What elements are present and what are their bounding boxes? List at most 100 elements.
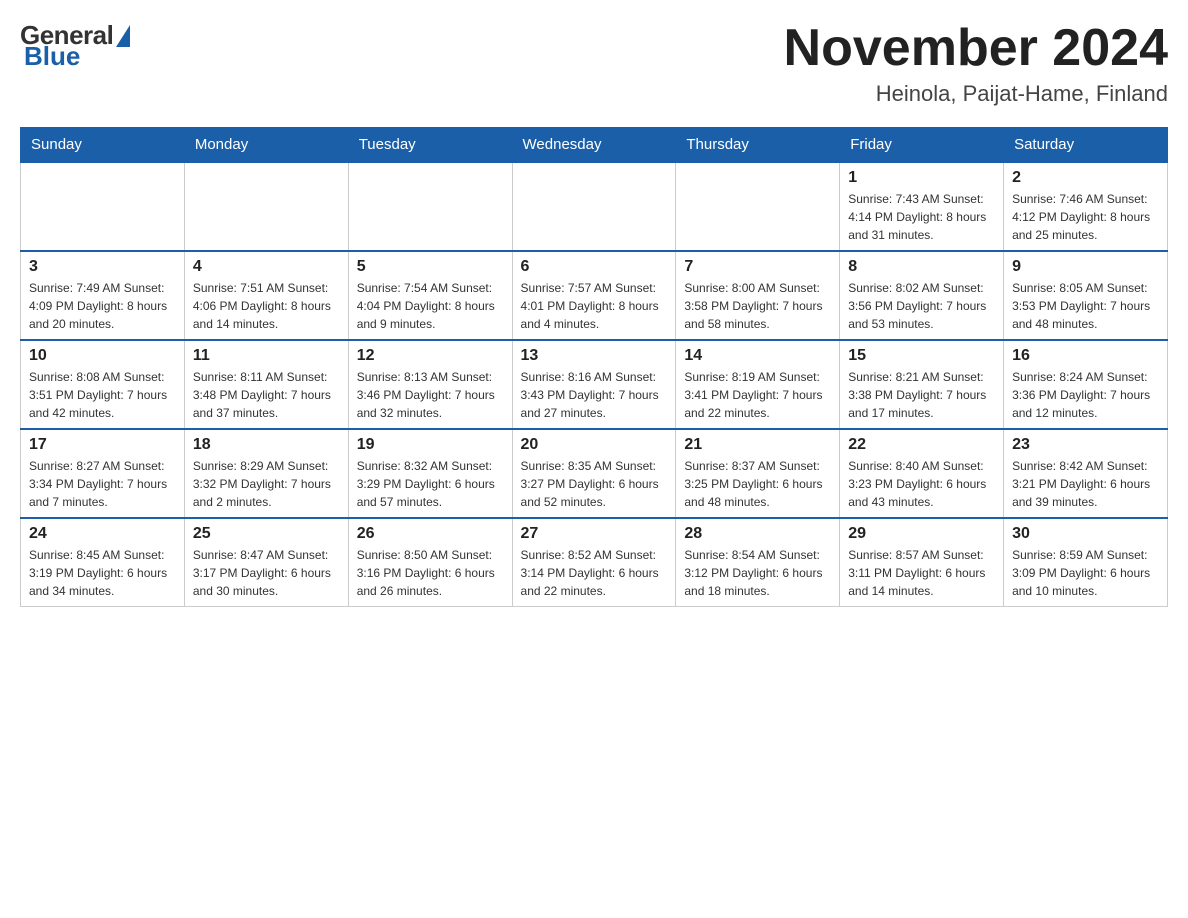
calendar-cell: 22 Sunrise: 8:40 AM Sunset: 3:23 PM Dayli… xyxy=(840,429,1004,518)
day-info: Sunrise: 8:47 AM Sunset: 3:17 PM Dayligh… xyxy=(193,546,340,600)
calendar-header-row: SundayMondayTuesdayWednesdayThursdayFrid… xyxy=(21,128,1168,163)
day-info: Sunrise: 8:16 AM Sunset: 3:43 PM Dayligh… xyxy=(521,368,668,422)
day-info: Sunrise: 7:51 AM Sunset: 4:06 PM Dayligh… xyxy=(193,279,340,333)
day-info: Sunrise: 8:40 AM Sunset: 3:23 PM Dayligh… xyxy=(848,457,995,511)
calendar-cell: 4 Sunrise: 7:51 AM Sunset: 4:06 PM Daylig… xyxy=(184,251,348,340)
day-number: 6 xyxy=(521,258,668,276)
calendar-week-row: 24 Sunrise: 8:45 AM Sunset: 3:19 PM Dayli… xyxy=(21,518,1168,607)
day-info: Sunrise: 8:37 AM Sunset: 3:25 PM Dayligh… xyxy=(684,457,831,511)
day-number: 13 xyxy=(521,347,668,365)
day-number: 28 xyxy=(684,525,831,543)
day-info: Sunrise: 8:50 AM Sunset: 3:16 PM Dayligh… xyxy=(357,546,504,600)
calendar-header-tuesday: Tuesday xyxy=(348,128,512,163)
calendar-header-sunday: Sunday xyxy=(21,128,185,163)
title-area: November 2024 Heinola, Paijat-Hame, Finl… xyxy=(784,20,1168,107)
day-info: Sunrise: 8:05 AM Sunset: 3:53 PM Dayligh… xyxy=(1012,279,1159,333)
day-info: Sunrise: 8:29 AM Sunset: 3:32 PM Dayligh… xyxy=(193,457,340,511)
day-number: 25 xyxy=(193,525,340,543)
calendar-cell: 17 Sunrise: 8:27 AM Sunset: 3:34 PM Dayli… xyxy=(21,429,185,518)
calendar-week-row: 3 Sunrise: 7:49 AM Sunset: 4:09 PM Daylig… xyxy=(21,251,1168,340)
day-number: 20 xyxy=(521,436,668,454)
day-number: 29 xyxy=(848,525,995,543)
day-number: 24 xyxy=(29,525,176,543)
calendar-cell: 8Sunrise: 8:02 AM Sunset: 3:56 PM Daylig… xyxy=(840,251,1004,340)
day-info: Sunrise: 8:32 AM Sunset: 3:29 PM Dayligh… xyxy=(357,457,504,511)
day-info: Sunrise: 8:08 AM Sunset: 3:51 PM Dayligh… xyxy=(29,368,176,422)
calendar-cell: 27 Sunrise: 8:52 AM Sunset: 3:14 PM Dayli… xyxy=(512,518,676,607)
calendar-week-row: 1Sunrise: 7:43 AM Sunset: 4:14 PM Daylig… xyxy=(21,162,1168,251)
day-info: Sunrise: 7:57 AM Sunset: 4:01 PM Dayligh… xyxy=(521,279,668,333)
calendar-cell xyxy=(348,162,512,251)
day-number: 30 xyxy=(1012,525,1159,543)
day-number: 11 xyxy=(193,347,340,365)
calendar-cell: 24 Sunrise: 8:45 AM Sunset: 3:19 PM Dayli… xyxy=(21,518,185,607)
calendar-cell: 29 Sunrise: 8:57 AM Sunset: 3:11 PM Dayli… xyxy=(840,518,1004,607)
day-number: 5 xyxy=(357,258,504,276)
calendar-cell: 18 Sunrise: 8:29 AM Sunset: 3:32 PM Dayli… xyxy=(184,429,348,518)
calendar-cell: 5 Sunrise: 7:54 AM Sunset: 4:04 PM Daylig… xyxy=(348,251,512,340)
day-info: Sunrise: 8:21 AM Sunset: 3:38 PM Dayligh… xyxy=(848,368,995,422)
calendar-cell: 13 Sunrise: 8:16 AM Sunset: 3:43 PM Dayli… xyxy=(512,340,676,429)
day-number: 4 xyxy=(193,258,340,276)
day-info: Sunrise: 8:13 AM Sunset: 3:46 PM Dayligh… xyxy=(357,368,504,422)
calendar-cell: 3 Sunrise: 7:49 AM Sunset: 4:09 PM Daylig… xyxy=(21,251,185,340)
day-number: 10 xyxy=(29,347,176,365)
day-info: Sunrise: 8:52 AM Sunset: 3:14 PM Dayligh… xyxy=(521,546,668,600)
day-info: Sunrise: 8:42 AM Sunset: 3:21 PM Dayligh… xyxy=(1012,457,1159,511)
day-number: 26 xyxy=(357,525,504,543)
day-number: 23 xyxy=(1012,436,1159,454)
calendar-cell: 28 Sunrise: 8:54 AM Sunset: 3:12 PM Dayli… xyxy=(676,518,840,607)
calendar-cell: 19 Sunrise: 8:32 AM Sunset: 3:29 PM Dayli… xyxy=(348,429,512,518)
calendar-cell: 2Sunrise: 7:46 AM Sunset: 4:12 PM Daylig… xyxy=(1004,162,1168,251)
day-info: Sunrise: 8:27 AM Sunset: 3:34 PM Dayligh… xyxy=(29,457,176,511)
calendar-header-thursday: Thursday xyxy=(676,128,840,163)
day-number: 19 xyxy=(357,436,504,454)
day-number: 18 xyxy=(193,436,340,454)
day-number: 9 xyxy=(1012,258,1159,276)
day-number: 21 xyxy=(684,436,831,454)
day-number: 1 xyxy=(848,169,995,187)
calendar-header-monday: Monday xyxy=(184,128,348,163)
day-info: Sunrise: 7:49 AM Sunset: 4:09 PM Dayligh… xyxy=(29,279,176,333)
calendar-cell: 30 Sunrise: 8:59 AM Sunset: 3:09 PM Dayli… xyxy=(1004,518,1168,607)
day-number: 22 xyxy=(848,436,995,454)
day-info: Sunrise: 8:19 AM Sunset: 3:41 PM Dayligh… xyxy=(684,368,831,422)
day-info: Sunrise: 8:54 AM Sunset: 3:12 PM Dayligh… xyxy=(684,546,831,600)
calendar-cell: 23 Sunrise: 8:42 AM Sunset: 3:21 PM Dayli… xyxy=(1004,429,1168,518)
calendar-cell: 16 Sunrise: 8:24 AM Sunset: 3:36 PM Dayli… xyxy=(1004,340,1168,429)
calendar-cell: 6 Sunrise: 7:57 AM Sunset: 4:01 PM Daylig… xyxy=(512,251,676,340)
location-text: Heinola, Paijat-Hame, Finland xyxy=(784,81,1168,107)
calendar-cell: 10 Sunrise: 8:08 AM Sunset: 3:51 PM Dayli… xyxy=(21,340,185,429)
day-number: 7 xyxy=(684,258,831,276)
logo-blue-text: Blue xyxy=(24,41,80,72)
day-info: Sunrise: 8:59 AM Sunset: 3:09 PM Dayligh… xyxy=(1012,546,1159,600)
day-number: 17 xyxy=(29,436,176,454)
day-number: 2 xyxy=(1012,169,1159,187)
calendar-cell: 12 Sunrise: 8:13 AM Sunset: 3:46 PM Dayli… xyxy=(348,340,512,429)
logo-triangle-icon xyxy=(116,25,130,47)
calendar-header-saturday: Saturday xyxy=(1004,128,1168,163)
day-info: Sunrise: 8:11 AM Sunset: 3:48 PM Dayligh… xyxy=(193,368,340,422)
calendar-cell xyxy=(512,162,676,251)
calendar-cell: 21 Sunrise: 8:37 AM Sunset: 3:25 PM Dayli… xyxy=(676,429,840,518)
calendar-header-wednesday: Wednesday xyxy=(512,128,676,163)
day-info: Sunrise: 8:45 AM Sunset: 3:19 PM Dayligh… xyxy=(29,546,176,600)
calendar-header-friday: Friday xyxy=(840,128,1004,163)
calendar-cell: 1Sunrise: 7:43 AM Sunset: 4:14 PM Daylig… xyxy=(840,162,1004,251)
day-info: Sunrise: 7:54 AM Sunset: 4:04 PM Dayligh… xyxy=(357,279,504,333)
day-number: 3 xyxy=(29,258,176,276)
day-info: Sunrise: 8:24 AM Sunset: 3:36 PM Dayligh… xyxy=(1012,368,1159,422)
day-number: 14 xyxy=(684,347,831,365)
day-info: Sunrise: 8:00 AM Sunset: 3:58 PM Dayligh… xyxy=(684,279,831,333)
day-number: 16 xyxy=(1012,347,1159,365)
month-title: November 2024 xyxy=(784,20,1168,77)
day-number: 12 xyxy=(357,347,504,365)
calendar-cell: 14 Sunrise: 8:19 AM Sunset: 3:41 PM Dayli… xyxy=(676,340,840,429)
calendar-cell: 26 Sunrise: 8:50 AM Sunset: 3:16 PM Dayli… xyxy=(348,518,512,607)
calendar-week-row: 17 Sunrise: 8:27 AM Sunset: 3:34 PM Dayli… xyxy=(21,429,1168,518)
logo: General Blue xyxy=(20,20,130,72)
day-number: 27 xyxy=(521,525,668,543)
calendar-cell: 20Sunrise: 8:35 AM Sunset: 3:27 PM Dayli… xyxy=(512,429,676,518)
day-info: Sunrise: 8:57 AM Sunset: 3:11 PM Dayligh… xyxy=(848,546,995,600)
page-header: General Blue November 2024 Heinola, Paij… xyxy=(20,20,1168,107)
